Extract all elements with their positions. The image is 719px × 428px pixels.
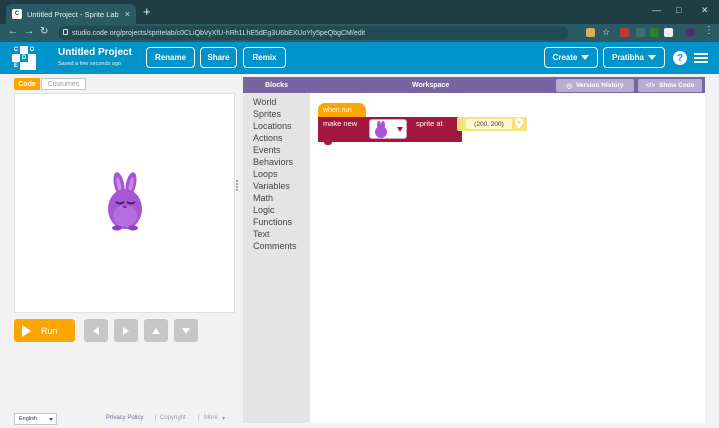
codeorg-logo[interactable]: C O D E	[12, 46, 36, 70]
right-arrow-button[interactable]	[114, 319, 138, 342]
browser-menu-icon[interactable]: ⋮	[704, 25, 714, 36]
blocks-heading: Blocks	[265, 81, 288, 89]
back-icon[interactable]: ←	[8, 26, 18, 37]
chevron-down-icon	[581, 55, 590, 60]
category-loops[interactable]: Loops	[253, 169, 278, 179]
extension-icon[interactable]	[586, 28, 595, 37]
block-workspace[interactable]	[310, 93, 705, 423]
tab-title: Untitled Project - Sprite Lab	[27, 9, 119, 19]
create-label: Create	[552, 53, 578, 62]
profile-avatar[interactable]	[686, 28, 695, 37]
version-history-button[interactable]: ◷ Version History	[556, 79, 634, 92]
sprite-at-label: sprite at	[416, 119, 443, 128]
category-text[interactable]: Text	[253, 229, 270, 239]
arrow-right-icon	[123, 326, 129, 335]
show-code-button[interactable]: </> Show Code	[638, 79, 702, 92]
share-button[interactable]: Share	[200, 47, 237, 68]
workspace-heading: Workspace	[412, 81, 450, 89]
location-pin-icon[interactable]	[515, 118, 523, 129]
category-world[interactable]: World	[253, 97, 276, 107]
category-functions[interactable]: Functions	[253, 217, 292, 227]
create-dropdown[interactable]: Create	[544, 47, 598, 68]
rename-button[interactable]: Rename	[146, 47, 195, 68]
saved-status: Saved a few seconds ago	[58, 61, 121, 67]
workspace-header	[243, 77, 705, 93]
hamburger-menu-icon[interactable]	[694, 53, 708, 63]
category-math[interactable]: Math	[253, 193, 273, 203]
bunny-sprite	[108, 172, 142, 231]
left-arrow-button[interactable]	[84, 319, 108, 342]
sprite-costume-dropdown[interactable]	[369, 119, 407, 139]
reload-icon[interactable]: ↻	[40, 26, 48, 37]
lock-icon	[63, 29, 68, 35]
when-run-block[interactable]: when run	[318, 103, 366, 117]
category-locations[interactable]: Locations	[253, 121, 292, 131]
extension-icon-2[interactable]	[636, 28, 645, 37]
run-label: Run	[41, 325, 58, 336]
category-comments[interactable]: Comments	[253, 241, 297, 251]
extension-icon-3[interactable]	[650, 28, 659, 37]
more-link[interactable]: More	[204, 415, 218, 421]
chevron-down-icon	[397, 127, 403, 132]
chevron-down-icon	[648, 55, 656, 60]
down-arrow-button[interactable]	[174, 319, 198, 342]
footer-separator: |	[198, 415, 200, 421]
chevron-down-icon	[49, 418, 53, 421]
minimize-icon[interactable]: —	[652, 5, 661, 15]
footer-separator: |	[155, 415, 157, 421]
browser-tab[interactable]: C Untitled Project - Sprite Lab ×	[6, 4, 136, 24]
close-window-icon[interactable]: ✕	[701, 5, 709, 16]
user-name: Pratibha	[611, 53, 644, 62]
bookmark-star-icon[interactable]: ☆	[602, 27, 610, 38]
extension-icon-4[interactable]	[664, 28, 673, 37]
url-text: studio.code.org/projects/spritelab/c0CLi…	[72, 29, 366, 37]
forward-icon[interactable]: →	[24, 26, 34, 37]
tab-code[interactable]: Code	[14, 78, 40, 90]
up-arrow-button[interactable]	[144, 319, 168, 342]
arrow-left-icon	[93, 326, 99, 335]
more-caret-icon: ▾	[222, 416, 226, 422]
tab-close-icon[interactable]: ×	[125, 9, 130, 19]
browser-toolbar: ← → ↻ studio.code.org/projects/spritelab…	[0, 24, 719, 42]
project-title: Untitled Project	[58, 47, 132, 58]
help-icon[interactable]: ?	[673, 51, 687, 65]
category-logic[interactable]: Logic	[253, 205, 275, 215]
category-behaviors[interactable]: Behaviors	[253, 157, 293, 167]
tab-costumes[interactable]: Costumes	[41, 78, 86, 90]
sprite-stage[interactable]	[14, 93, 235, 313]
category-sprites[interactable]: Sprites	[253, 109, 281, 119]
code-icon: </>	[645, 82, 655, 89]
run-button[interactable]: Run	[14, 319, 75, 342]
new-tab-icon[interactable]: +	[143, 4, 151, 19]
pdf-extension-icon[interactable]	[620, 28, 629, 37]
arrow-down-icon	[182, 327, 190, 334]
remix-button[interactable]: Remix	[243, 47, 286, 68]
panel-resize-handle[interactable]	[236, 180, 239, 192]
location-value[interactable]: (200, 200)	[466, 119, 512, 129]
make-new-label: make new	[323, 119, 358, 128]
play-icon	[22, 324, 31, 337]
clock-icon: ◷	[566, 82, 572, 90]
category-events[interactable]: Events	[253, 145, 281, 155]
codeorg-favicon-icon: C	[12, 9, 22, 19]
copyright-link[interactable]: Copyright	[160, 415, 186, 421]
browser-tab-strip: C Untitled Project - Sprite Lab × + — □ …	[0, 0, 719, 24]
arrow-up-icon	[152, 327, 160, 334]
category-actions[interactable]: Actions	[253, 133, 283, 143]
privacy-policy-link[interactable]: Privacy Policy	[106, 415, 143, 421]
address-bar[interactable]: studio.code.org/projects/spritelab/c0CLi…	[58, 26, 568, 40]
bunny-costume-icon	[375, 121, 387, 138]
language-select[interactable]: English	[14, 413, 57, 425]
maximize-icon[interactable]: □	[676, 5, 681, 15]
category-variables[interactable]: Variables	[253, 181, 290, 191]
language-value: English	[19, 416, 38, 422]
user-dropdown[interactable]: Pratibha	[603, 47, 665, 68]
